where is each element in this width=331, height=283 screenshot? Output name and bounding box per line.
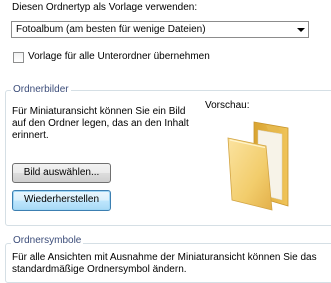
template-label: Diesen Ordnertyp als Vorlage verwenden: — [12, 2, 198, 13]
folder-pictures-description: Für Miniaturansicht können Sie ein Bild … — [12, 106, 189, 141]
folder-icons-description: Für alle Ansichten mit Ausnahme der Mini… — [12, 252, 317, 275]
folder-template-select[interactable]: Fotoalbum (am besten für wenige Dateien) — [11, 21, 309, 38]
subfolder-checkbox-label[interactable]: Vorlage für alle Unterordner übernehmen — [28, 51, 210, 62]
subfolder-checkbox[interactable] — [13, 52, 24, 63]
folder-pictures-title: Ordnerbilder — [11, 84, 71, 95]
folder-template-value: Fotoalbum (am besten für wenige Dateien) — [16, 24, 206, 35]
restore-button[interactable]: Wiederherstellen — [12, 190, 111, 211]
folder-icon — [226, 120, 292, 212]
preview-label: Vorschau: — [205, 100, 250, 111]
choose-picture-button[interactable]: Bild auswählen... — [12, 163, 111, 183]
chevron-down-icon[interactable] — [294, 22, 308, 37]
folder-icons-title: Ordnersymbole — [11, 235, 84, 246]
